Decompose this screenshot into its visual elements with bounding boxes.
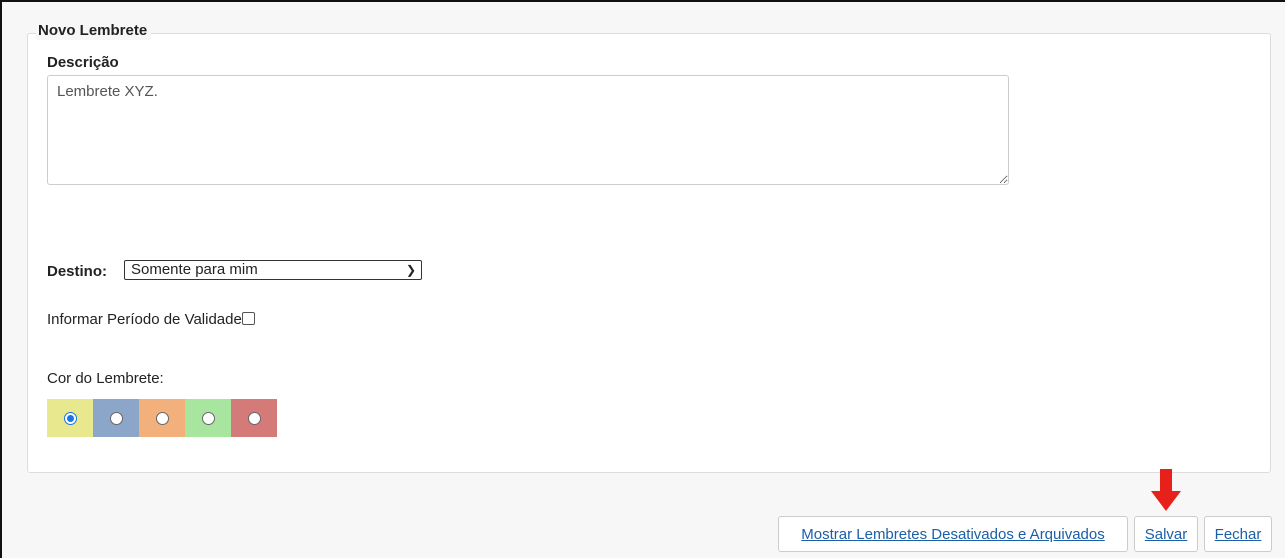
color-radio-red[interactable] [247, 411, 261, 425]
color-label: Cor do Lembrete: [47, 370, 164, 387]
show-archived-button[interactable]: Mostrar Lembretes Desativados e Arquivad… [778, 516, 1128, 552]
validity-row: Informar Período de Validade [47, 311, 255, 328]
description-label: Descrição [47, 54, 119, 71]
color-swatch-orange[interactable] [139, 399, 185, 437]
validity-checkbox[interactable] [241, 312, 255, 325]
destination-label: Destino: [47, 263, 107, 280]
destination-selected-value: Somente para mim [131, 261, 258, 278]
chevron-down-icon: ❯ [405, 263, 416, 277]
color-radio-yellow[interactable] [63, 411, 77, 425]
color-radio-orange[interactable] [155, 411, 169, 425]
color-radio-blue[interactable] [109, 411, 123, 425]
color-swatch-green[interactable] [185, 399, 231, 437]
color-radio-green[interactable] [201, 411, 215, 425]
color-swatch-red[interactable] [231, 399, 277, 437]
color-swatch-yellow[interactable] [47, 399, 93, 437]
color-swatches [47, 399, 277, 437]
close-button[interactable]: Fechar [1204, 516, 1272, 552]
arrow-shaft [1160, 469, 1172, 493]
destination-select[interactable]: Somente para mim ❯ [124, 260, 422, 280]
arrow-head [1151, 491, 1181, 511]
validity-label: Informar Período de Validade [47, 311, 242, 328]
panel-legend: Novo Lembrete [36, 22, 152, 40]
save-button[interactable]: Salvar [1134, 516, 1198, 552]
color-swatch-blue[interactable] [93, 399, 139, 437]
red-arrow-annotation [1151, 469, 1181, 511]
description-textarea[interactable] [47, 75, 1009, 185]
